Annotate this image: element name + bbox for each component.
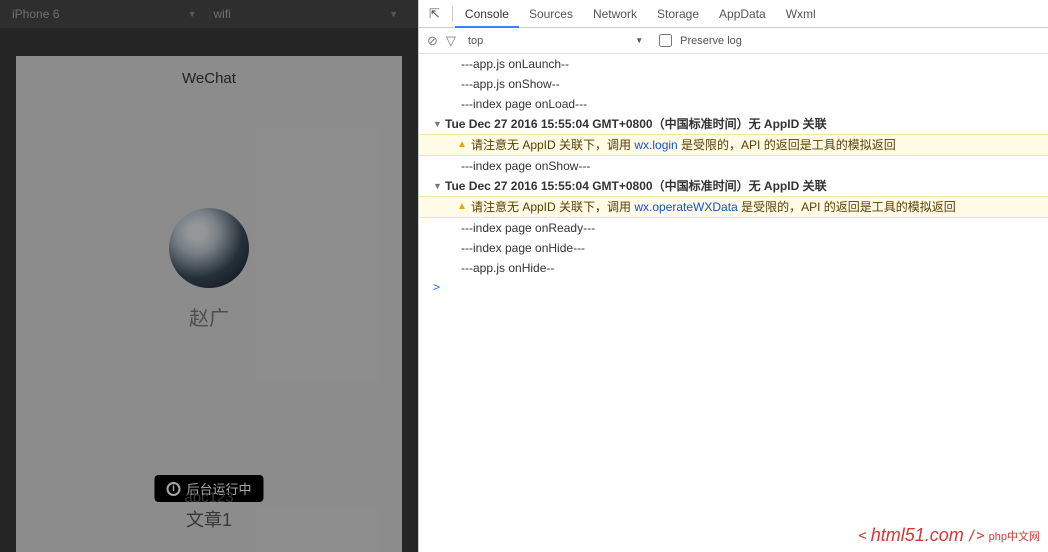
console-log-line: ---index page onLoad--- bbox=[419, 94, 1048, 114]
chevron-down-icon: ▼ bbox=[188, 9, 197, 19]
tab-sources[interactable]: Sources bbox=[519, 0, 583, 28]
console-log-line: ---index page onShow--- bbox=[419, 156, 1048, 176]
bottom-text: abc123 文章1 bbox=[184, 489, 233, 532]
chevron-down-icon: ▼ bbox=[389, 9, 398, 19]
nickname: 赵广 bbox=[16, 302, 402, 331]
simulator-toolbar: iPhone 6 ▼ wifi ▼ bbox=[0, 0, 418, 28]
preserve-log-label: Preserve log bbox=[680, 35, 742, 47]
bottom-line-1: abc123 bbox=[184, 489, 233, 506]
preserve-log-checkbox[interactable] bbox=[659, 34, 672, 47]
info-icon: i bbox=[166, 482, 180, 496]
separator bbox=[452, 6, 453, 22]
network-select[interactable]: wifi ▼ bbox=[209, 7, 411, 21]
tab-network[interactable]: Network bbox=[583, 0, 647, 28]
console-filter-bar: ⊘ ▽ top ▼ Preserve log bbox=[419, 28, 1048, 54]
tab-console[interactable]: Console bbox=[455, 0, 519, 28]
bottom-line-2: 文章1 bbox=[184, 506, 233, 532]
inspect-icon[interactable]: ⇱ bbox=[419, 6, 450, 22]
watermark: < html51.com /> php中文网 bbox=[858, 525, 1040, 546]
simulator-panel: iPhone 6 ▼ wifi ▼ WeChat 赵广 i 后台运行中 abc1… bbox=[0, 0, 418, 552]
console-log-line: Tue Dec 27 2016 15:55:04 GMT+0800（中国标准时间… bbox=[419, 114, 1048, 134]
tab-storage[interactable]: Storage bbox=[647, 0, 709, 28]
devtools-panel: ⇱ Console Sources Network Storage AppDat… bbox=[418, 0, 1048, 552]
avatar bbox=[169, 208, 249, 288]
tab-appdata[interactable]: AppData bbox=[709, 0, 776, 28]
watermark-subtext: php中文网 bbox=[989, 528, 1040, 544]
console-log-line: ---app.js onLaunch-- bbox=[419, 54, 1048, 74]
filter-icon[interactable]: ▽ bbox=[446, 33, 456, 49]
console-log-line: ---app.js onShow-- bbox=[419, 74, 1048, 94]
console-body[interactable]: ---app.js onLaunch-----app.js onShow----… bbox=[419, 54, 1048, 552]
clear-console-icon[interactable]: ⊘ bbox=[427, 33, 438, 49]
device-select-value: iPhone 6 bbox=[12, 7, 59, 21]
console-log-line: ---index page onReady--- bbox=[419, 218, 1048, 238]
console-log-line: ---app.js onHide-- bbox=[419, 258, 1048, 278]
console-prompt[interactable]: > bbox=[419, 278, 1048, 296]
console-log-line: ---index page onHide--- bbox=[419, 238, 1048, 258]
device-frame: WeChat 赵广 i 后台运行中 abc123 文章1 bbox=[16, 56, 402, 552]
console-log-line: Tue Dec 27 2016 15:55:04 GMT+0800（中国标准时间… bbox=[419, 176, 1048, 196]
device-select[interactable]: iPhone 6 ▼ bbox=[8, 7, 209, 21]
watermark-left-tag: < bbox=[858, 528, 866, 544]
tab-wxml[interactable]: Wxml bbox=[776, 0, 826, 28]
network-select-value: wifi bbox=[214, 7, 231, 21]
context-select[interactable]: top bbox=[464, 35, 487, 47]
console-log-line: 请注意无 AppID 关联下，调用 wx.operateWXData 是受限的，… bbox=[419, 196, 1048, 218]
watermark-right-tag: /> bbox=[968, 528, 985, 544]
app-title: WeChat bbox=[16, 56, 402, 101]
console-log-line: 请注意无 AppID 关联下，调用 wx.login 是受限的，API 的返回是… bbox=[419, 134, 1048, 156]
devtools-tabbar: ⇱ Console Sources Network Storage AppDat… bbox=[419, 0, 1048, 28]
watermark-text: html51.com bbox=[871, 525, 964, 546]
chevron-down-icon: ▼ bbox=[635, 36, 643, 45]
